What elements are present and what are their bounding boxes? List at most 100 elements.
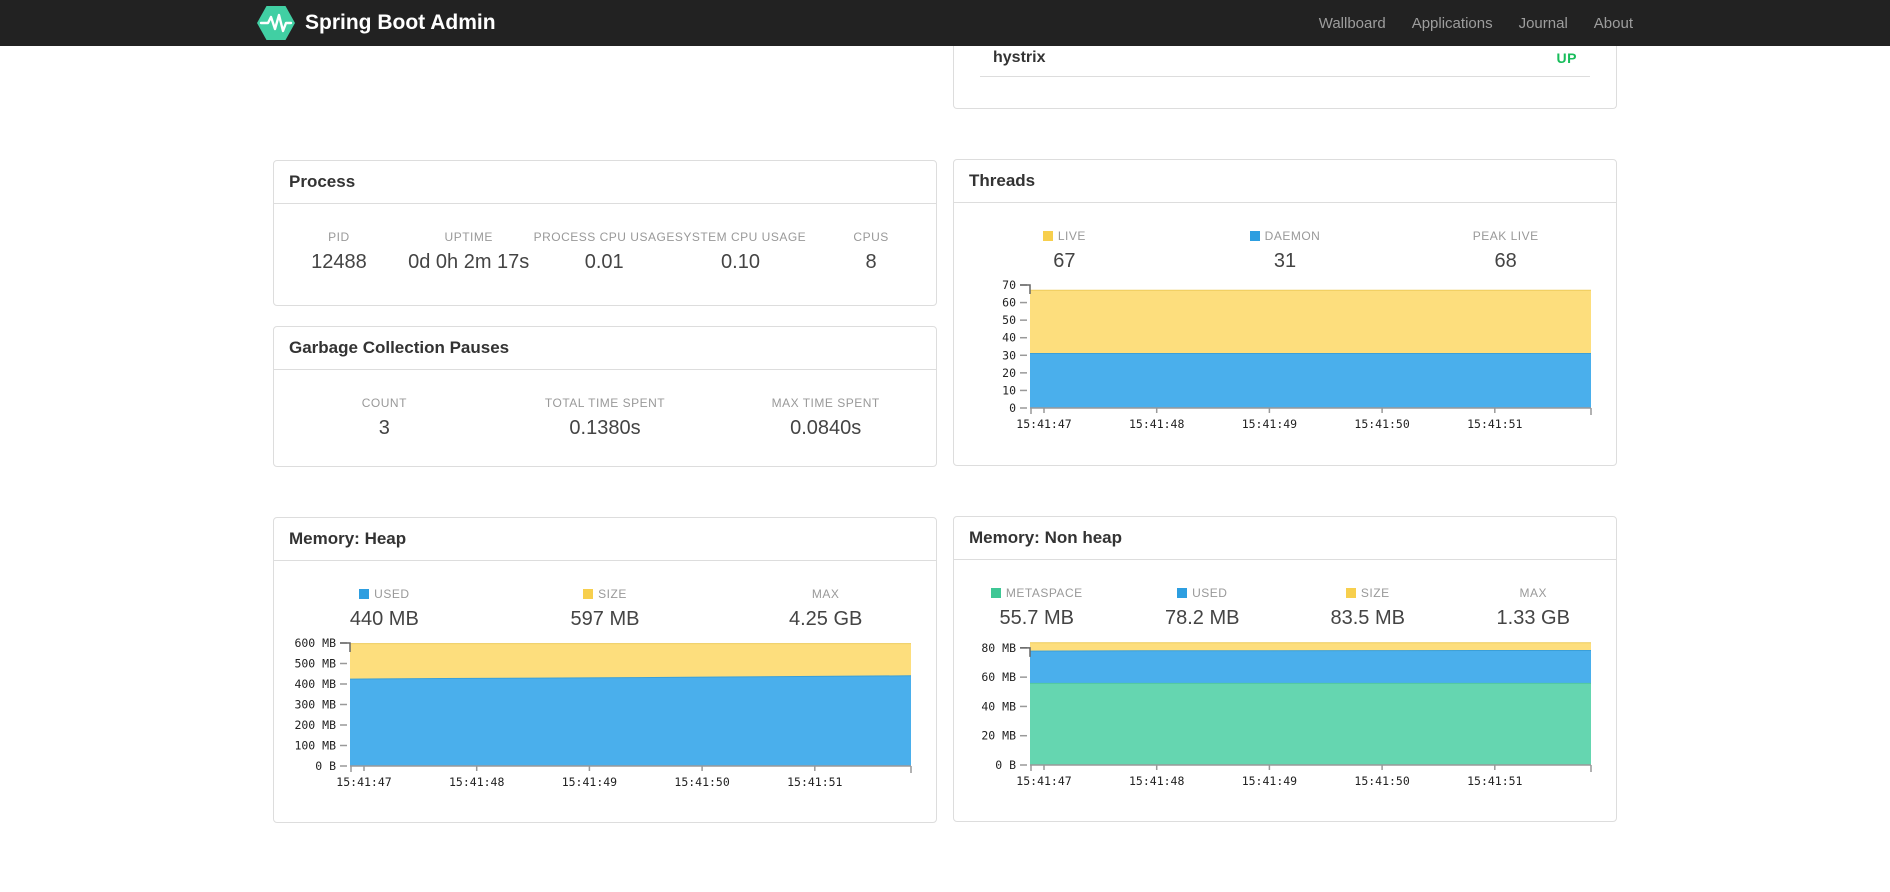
right-column: hystrix UP Threads LIVE 67 DAEMON 31 PEA… [953,46,1617,822]
stat-value: 78.2 MB [1165,607,1240,629]
stat-gc-count: COUNT 3 [274,396,495,440]
left-column: Process PID 12488 UPTIME 0d 0h 2m 17s PR… [273,46,937,823]
stat-heap-used: USED 440 MB [274,587,495,631]
svg-text:15:41:50: 15:41:50 [1354,417,1409,431]
process-stats: PID 12488 UPTIME 0d 0h 2m 17s PROCESS CP… [274,204,936,274]
svg-text:80 MB: 80 MB [981,641,1016,655]
stat-label: PROCESS CPU USAGE [533,230,675,244]
stat-value: 0.1380s [569,417,641,439]
stat-threads-peak: PEAK LIVE 68 [1395,229,1616,273]
legend-swatch [583,589,594,599]
svg-text:40 MB: 40 MB [981,699,1016,713]
stat-value: 12488 [311,251,367,273]
svg-text:15:41:50: 15:41:50 [1354,774,1409,788]
stat-value: 55.7 MB [999,607,1074,629]
stat-label: METASPACE [954,586,1120,600]
legend-swatch [359,589,370,599]
nav-item-applications[interactable]: Applications [1412,15,1493,32]
stat-label: MAX [811,587,840,601]
panel-title: Process [274,161,936,204]
stat-heap-max: MAX 4.25 GB [715,587,936,631]
nav-links: Wallboard Applications Journal About [1319,15,1633,32]
svg-text:15:41:51: 15:41:51 [787,775,842,789]
svg-text:15:41:47: 15:41:47 [336,775,391,789]
application-status-badge: UP [1556,50,1577,66]
stat-pid: PID 12488 [274,230,404,274]
stat-value: 0.0840s [790,417,862,439]
stat-nonheap-metaspace: METASPACE 55.7 MB [954,586,1120,630]
stat-label: DAEMON [1175,229,1396,243]
stat-uptime: UPTIME 0d 0h 2m 17s [404,230,534,274]
svg-text:0 B: 0 B [995,758,1016,772]
svg-text:15:41:49: 15:41:49 [562,775,617,789]
svg-text:300 MB: 300 MB [294,698,336,712]
legend-swatch [990,588,1001,598]
stat-value: 0.01 [584,251,624,273]
svg-text:15:41:51: 15:41:51 [1467,417,1522,431]
stat-label: SIZE [495,587,716,601]
svg-text:15:41:50: 15:41:50 [674,775,729,789]
svg-text:15:41:47: 15:41:47 [1016,417,1071,431]
nav-item-journal[interactable]: Journal [1519,15,1568,32]
stat-label: SIZE [1285,586,1451,600]
stat-gc-max: MAX TIME SPENT 0.0840s [715,396,936,440]
svg-text:400 MB: 400 MB [294,677,336,691]
stat-value: 4.25 GB [788,608,863,630]
threads-chart: 0 10 20 30 40 50 60 70 15:41:47 15:41:48 15:41:49 1… [1002,278,1592,431]
svg-text:20: 20 [1002,366,1016,380]
memory-nonheap-panel: Memory: Non heap METASPACE 55.7 MB USED … [953,516,1617,822]
gc-stats: COUNT 3 TOTAL TIME SPENT 0.1380s MAX TIM… [274,370,936,440]
svg-text:15:41:49: 15:41:49 [1242,417,1297,431]
application-status-panel: hystrix UP [953,46,1617,109]
memory-heap-legend: USED 440 MB SIZE 597 MB MAX 4.25 GB [274,561,936,631]
legend-swatch [1249,231,1260,241]
svg-text:100 MB: 100 MB [294,739,336,753]
stat-label: UPTIME [444,230,493,244]
svg-text:20 MB: 20 MB [981,729,1016,743]
stat-value: 8 [865,251,877,273]
stat-threads-daemon: DAEMON 31 [1175,229,1396,273]
svg-text:15:41:51: 15:41:51 [1467,774,1522,788]
brand-title: Spring Boot Admin [305,11,496,34]
legend-swatch [1345,588,1356,598]
memory-nonheap-chart: 0 B 20 MB 40 MB 60 MB 80 MB 15:41:47 15:41:48 1… [981,641,1592,788]
svg-text:60: 60 [1002,296,1016,310]
nav-item-wallboard[interactable]: Wallboard [1319,15,1386,32]
svg-text:15:41:48: 15:41:48 [1129,417,1184,431]
svg-text:60 MB: 60 MB [981,670,1016,684]
panel-title: Memory: Heap [274,518,936,561]
svg-text:200 MB: 200 MB [294,718,336,732]
legend-swatch [1177,588,1188,598]
memory-nonheap-legend: METASPACE 55.7 MB USED 78.2 MB SIZE 83.5… [954,560,1616,630]
stat-value: 3 [378,417,390,439]
stat-label: CPUS [853,230,889,244]
stat-label: SYSTEM CPU USAGE [674,230,807,244]
stat-label: PID [328,230,350,244]
stat-process-cpu: PROCESS CPU USAGE 0.01 [534,230,675,274]
gc-panel: Garbage Collection Pauses COUNT 3 TOTAL … [273,326,937,467]
navbar: Spring Boot Admin Wallboard Applications… [0,0,1890,46]
stat-label: PEAK LIVE [1472,229,1539,243]
stat-system-cpu: SYSTEM CPU USAGE 0.10 [675,230,806,274]
svg-text:10: 10 [1002,383,1016,397]
stat-heap-size: SIZE 597 MB [495,587,716,631]
process-panel: Process PID 12488 UPTIME 0d 0h 2m 17s PR… [273,160,937,306]
panel-title: Threads [954,160,1616,203]
nav-item-about[interactable]: About [1594,15,1633,32]
stat-value: 0.10 [721,251,760,273]
main-content: Process PID 12488 UPTIME 0d 0h 2m 17s PR… [273,46,1617,823]
stat-nonheap-size: SIZE 83.5 MB [1285,586,1451,630]
svg-text:40: 40 [1002,331,1016,345]
stat-value: 83.5 MB [1330,607,1405,629]
brand[interactable]: Spring Boot Admin [257,6,496,40]
threads-panel: Threads LIVE 67 DAEMON 31 PEAK LIVE 68 0… [953,159,1617,466]
application-name[interactable]: hystrix [993,49,1045,67]
application-row[interactable]: hystrix UP [980,46,1590,77]
svg-text:15:41:48: 15:41:48 [1129,774,1184,788]
memory-heap-chart: 0 B 100 MB 200 MB 300 MB 400 MB 500 MB 600 MB 1… [294,636,912,789]
stat-label: COUNT [361,396,407,410]
stat-value: 1.33 GB [1496,607,1570,629]
svg-text:50: 50 [1002,313,1016,327]
svg-text:15:41:47: 15:41:47 [1016,774,1071,788]
stat-cpus: CPUS 8 [806,230,936,274]
